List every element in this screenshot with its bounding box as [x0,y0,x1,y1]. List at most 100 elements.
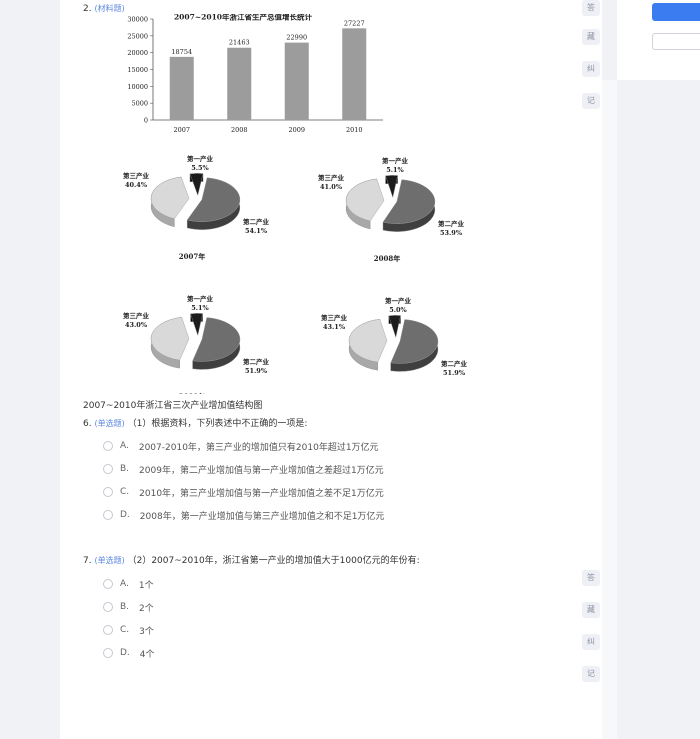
radio-button[interactable] [103,510,113,520]
pie-value-label: 43.0% [125,321,148,329]
option-b[interactable]: B. 2009年，第二产业增加值与第一产业增加值之差超过1万亿元 [103,462,384,476]
pie-label: 第三产业 [123,171,150,180]
y-tick-label: 10000 [127,83,148,91]
pie-value-label: 5.1% [386,166,404,174]
option-letter: C. [120,625,130,635]
x-tick-label: 2010 [346,126,363,134]
question-text: （2）2007~2010年，浙江省第一产业的增加值大于1000亿元的年份有: [127,556,420,566]
pie-value-label: 54.1% [245,227,268,235]
bar-value-label: 22990 [286,34,307,42]
pie-title: 2007年 [179,252,205,261]
option-text: 2009年，第二产业增加值与第一产业增加值之差超过1万亿元 [139,465,384,476]
pie-label: 第一产业 [187,294,214,303]
pie-value-label: 43.1% [323,323,346,331]
pie-title: 2009年 [179,392,205,394]
question-text: （1）根据资料，下列表述中不正确的一项是: [127,419,308,429]
question-type-tag: (材料题) [94,4,125,13]
y-tick-label: 30000 [127,16,148,24]
option-text: 4个 [139,649,155,660]
radio-button[interactable] [103,602,113,612]
option-letter: A. [120,579,129,589]
radio-button[interactable] [103,464,113,474]
pie-value-label: 40.4% [125,181,148,189]
bar [227,47,252,120]
option-text: 2010年，第三产业增加值与第一产业增加值之差不足1万亿元 [139,488,384,499]
option-d[interactable]: D. 2008年，第一产业增加值与第三产业增加值之和不足1万亿元 [103,508,384,522]
bar [169,56,194,120]
material-figure: 2007~2010年浙江省生产总值增长统计 30000 25000 20000 1500… [83,14,523,394]
option-b[interactable]: B. 2个 [103,600,154,614]
report-error-button[interactable]: 纠 [582,634,600,650]
answer-sheet-button[interactable]: 答 [582,0,600,16]
pie-slice [189,173,204,197]
pie-slice [385,175,398,199]
x-tick-label: 2009 [288,126,305,134]
option-text: 2008年，第一产业增加值与第三产业增加值之和不足1万亿元 [139,511,385,522]
pie-value-label: 5.1% [191,304,209,312]
pie-value-label: 41.0% [320,183,343,191]
radio-button[interactable] [103,487,113,497]
bar-value-label: 21463 [229,39,250,47]
note-button[interactable]: 记 [582,666,600,682]
option-text: 2007-2010年，第三产业的增加值只有2010年超过1万亿元 [138,442,379,453]
favorite-button[interactable]: 藏 [582,29,600,45]
bar-chart-title: 2007~2010年浙江省生产总值增长统计 [174,14,313,22]
pie-title: 2008年 [374,254,400,263]
question-type-tag: (单选题) [94,556,125,565]
pie-label: 第三产业 [318,173,345,182]
pie-label: 第一产业 [187,154,214,163]
option-letter: B. [120,602,130,612]
y-tick-label: 25000 [127,32,148,40]
report-error-button[interactable]: 纠 [582,61,600,77]
radio-button[interactable] [103,441,113,451]
bar-value-label: 18754 [171,48,192,56]
secondary-button[interactable] [652,33,700,50]
pie-label: 第三产业 [321,313,348,322]
option-c[interactable]: C. 2010年，第三产业增加值与第一产业增加值之差不足1万亿元 [103,485,384,499]
question-number: 7. [83,556,92,566]
pie-slice [388,315,401,339]
x-tick-label: 2007 [173,126,190,134]
bar-value-label: 27227 [344,19,365,27]
favorite-button[interactable]: 藏 [582,602,600,618]
pie-value-label: 51.9% [245,367,268,375]
pie-value-label: 51.9% [443,369,466,377]
bar [342,28,367,120]
question-number: 6. [83,419,92,429]
option-a[interactable]: A. 2007-2010年，第三产业的增加值只有2010年超过1万亿元 [103,439,379,453]
y-tick-label: 20000 [127,49,148,57]
material-header: 2. (材料题) [83,3,125,14]
pie-slice [190,313,203,337]
option-text: 1个 [138,580,154,591]
option-c[interactable]: C. 3个 [103,623,154,637]
material-chart-svg: 2007~2010年浙江省生产总值增长统计 30000 25000 20000 1500… [123,14,468,394]
pie-label: 第一产业 [385,296,412,305]
option-text: 2个 [139,603,154,614]
option-a[interactable]: A. 1个 [103,577,154,591]
pie-label: 第二产业 [441,359,468,368]
answer-sheet-button[interactable]: 答 [582,570,600,586]
radio-button[interactable] [103,648,113,658]
option-text: 3个 [139,626,154,637]
y-tick-label: 15000 [127,66,148,74]
radio-button[interactable] [103,625,113,635]
radio-button[interactable] [103,579,113,589]
x-tick-label: 2008 [231,126,248,134]
y-tick-label: 5000 [131,100,148,108]
pie-label: 第二产业 [243,357,270,366]
scrollbar-track[interactable] [602,80,617,739]
question-6-header: 6. (单选题) （1）根据资料，下列表述中不正确的一项是: [83,416,307,429]
option-letter: D. [120,648,130,658]
pie-label: 第一产业 [382,156,409,165]
option-letter: B. [120,464,130,474]
note-button[interactable]: 记 [582,93,600,109]
bar [284,42,309,120]
pie-label: 第二产业 [438,219,465,228]
submit-button[interactable] [652,3,700,21]
pie-label: 第二产业 [243,217,270,226]
option-d[interactable]: D. 4个 [103,646,155,660]
pie-value-label: 53.9% [440,229,463,237]
pie-value-label: 5.5% [191,164,209,172]
option-letter: C. [120,487,130,497]
question-7-header: 7. (单选题) （2）2007~2010年，浙江省第一产业的增加值大于1000… [83,553,420,566]
